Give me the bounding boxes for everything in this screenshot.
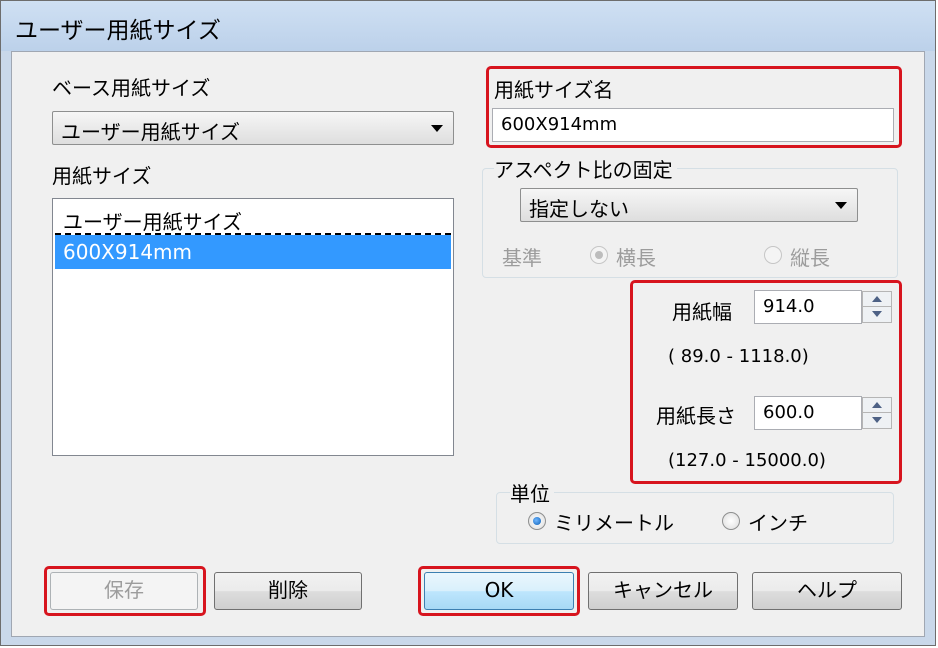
paper-size-label: 用紙サイズ xyxy=(52,164,152,188)
spin-down-icon[interactable] xyxy=(863,307,891,322)
landscape-label: 横長 xyxy=(616,246,656,270)
paper-name-input[interactable]: 600X914mm xyxy=(492,108,894,142)
spin-up-icon[interactable] xyxy=(863,398,891,413)
list-item[interactable]: 600X914mm xyxy=(55,235,451,269)
inch-label: インチ xyxy=(748,511,808,535)
landscape-radio[interactable] xyxy=(590,246,608,264)
paper-width-range: ( 89.0 - 1118.0) xyxy=(668,346,809,367)
base-paper-dropdown[interactable]: ユーザー用紙サイズ xyxy=(52,111,454,145)
paper-length-label: 用紙長さ xyxy=(656,404,736,428)
paper-length-range: (127.0 - 15000.0) xyxy=(668,450,826,471)
cancel-button[interactable]: キャンセル xyxy=(588,572,738,610)
spin-up-icon[interactable] xyxy=(863,292,891,307)
base-paper-label: ベース用紙サイズ xyxy=(52,76,211,100)
paper-name-label: 用紙サイズ名 xyxy=(494,78,614,102)
dialog-client-area: ベース用紙サイズ ユーザー用紙サイズ 用紙サイズ ユーザー用紙サイズ 600X9… xyxy=(11,51,925,637)
dialog-window: ユーザー用紙サイズ ベース用紙サイズ ユーザー用紙サイズ 用紙サイズ ユーザー用… xyxy=(0,0,936,646)
reference-label: 基準 xyxy=(502,246,542,270)
aspect-ratio-label: アスペクト比の固定 xyxy=(494,154,677,183)
list-item-label: 600X914mm xyxy=(63,240,193,264)
title-bar[interactable]: ユーザー用紙サイズ xyxy=(1,1,935,51)
chevron-down-icon xyxy=(431,125,443,132)
base-paper-value: ユーザー用紙サイズ xyxy=(61,120,240,144)
portrait-label: 縦長 xyxy=(790,246,830,270)
paper-length-spinner[interactable] xyxy=(862,397,892,429)
paper-width-spinner[interactable] xyxy=(862,291,892,323)
chevron-down-icon xyxy=(835,202,847,209)
ok-button[interactable]: OK xyxy=(424,572,574,610)
paper-width-label: 用紙幅 xyxy=(672,300,732,324)
list-item-label: ユーザー用紙サイズ xyxy=(63,210,242,234)
millimeter-label: ミリメートル xyxy=(554,511,674,535)
portrait-radio[interactable] xyxy=(764,246,782,264)
paper-size-list[interactable]: ユーザー用紙サイズ 600X914mm xyxy=(52,198,454,456)
save-button[interactable]: 保存 xyxy=(50,572,198,610)
spin-down-icon[interactable] xyxy=(863,413,891,428)
paper-width-input[interactable]: 914.0 xyxy=(754,290,862,324)
millimeter-radio[interactable] xyxy=(528,512,546,530)
aspect-ratio-dropdown[interactable]: 指定しない xyxy=(520,188,858,222)
paper-length-input[interactable]: 600.0 xyxy=(754,396,862,430)
help-button[interactable]: ヘルプ xyxy=(752,572,902,610)
list-item[interactable]: ユーザー用紙サイズ xyxy=(55,201,451,235)
window-title: ユーザー用紙サイズ xyxy=(15,18,221,44)
aspect-ratio-group xyxy=(482,168,898,278)
unit-label: 単位 xyxy=(510,478,554,507)
aspect-ratio-value: 指定しない xyxy=(529,197,629,221)
delete-button[interactable]: 削除 xyxy=(214,572,362,610)
inch-radio[interactable] xyxy=(722,512,740,530)
